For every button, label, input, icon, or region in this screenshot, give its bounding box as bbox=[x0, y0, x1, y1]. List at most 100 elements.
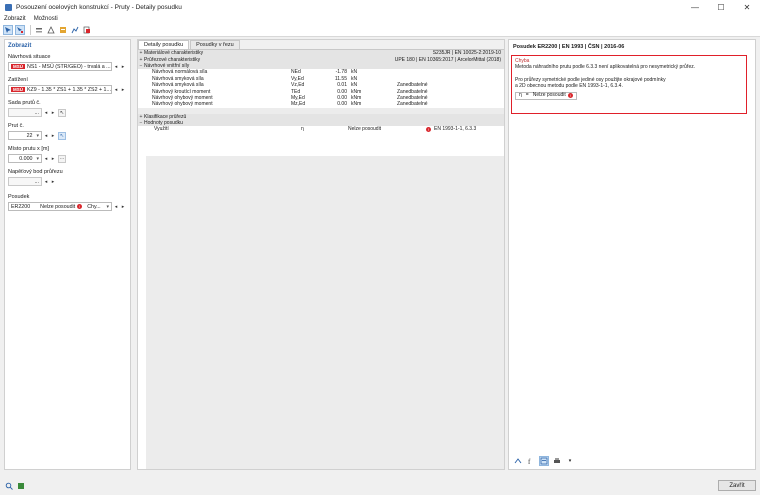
graph-icon[interactable] bbox=[70, 25, 80, 35]
row-name: Hodnoty posudku bbox=[144, 120, 183, 127]
row-value: 11.55 bbox=[334, 75, 347, 82]
equals-sign: = bbox=[525, 92, 529, 99]
tab-section-checks[interactable]: Posudky v řezu bbox=[190, 40, 240, 49]
row-symbol: TEd bbox=[291, 88, 301, 95]
row-name: Návrhové vnitřní síly bbox=[144, 62, 190, 69]
prev-arrow-icon[interactable]: ◂ bbox=[113, 86, 119, 94]
menu-bar: Zobrazit Možnosti bbox=[0, 14, 760, 23]
view-icon[interactable] bbox=[513, 456, 523, 466]
row-name: Klasifikace průřezů bbox=[144, 113, 187, 120]
check-status: Nelze posoudit bbox=[40, 203, 76, 210]
row-name: Návrhový kroutící moment bbox=[152, 88, 211, 95]
navigator-header: Zobrazit bbox=[8, 43, 32, 49]
sections-icon[interactable] bbox=[46, 25, 56, 35]
prev-arrow-icon[interactable]: ◂ bbox=[43, 109, 49, 117]
location-value: 0.000 bbox=[19, 155, 33, 162]
row-name: Návrhový ohybový moment bbox=[152, 94, 213, 101]
next-arrow-icon[interactable]: ▸ bbox=[50, 109, 56, 117]
row-note: UPE 180 | EN 10365:2017 | ArcelorMittal … bbox=[394, 56, 501, 63]
close-window-button[interactable]: ✕ bbox=[734, 0, 760, 14]
prev-arrow-icon[interactable]: ◂ bbox=[113, 63, 119, 71]
settings-icon[interactable]: ⋯ bbox=[58, 154, 66, 163]
next-arrow-icon[interactable]: ▸ bbox=[120, 63, 126, 71]
chevron-down-icon: ▾ bbox=[106, 203, 109, 210]
location-label: Místo prutu x [m] bbox=[8, 146, 49, 152]
next-arrow-icon[interactable]: ▸ bbox=[120, 203, 126, 211]
error-line-3: a 2D obecnou metodu podle EN 1993-1-1, 6… bbox=[515, 83, 623, 90]
row-unit: kN bbox=[351, 82, 358, 89]
next-arrow-icon[interactable]: ▸ bbox=[50, 132, 56, 140]
prev-arrow-icon[interactable]: ◂ bbox=[113, 203, 119, 211]
prev-arrow-icon[interactable]: ◂ bbox=[43, 155, 49, 163]
details-icon[interactable] bbox=[539, 456, 549, 466]
member-select[interactable]: 22 ▾ bbox=[8, 131, 42, 140]
status-bar: Zavřít bbox=[0, 476, 760, 495]
check-select[interactable]: ER2200 Nelze posoudit ! Chy... ▾ bbox=[8, 202, 112, 211]
row-value: 0.00 bbox=[337, 94, 347, 101]
pick-member-icon[interactable]: ↖ bbox=[58, 131, 66, 140]
chevron-down-icon: ▾ bbox=[111, 87, 112, 93]
utilization-row[interactable]: Využití η Nelze posoudit ! EN 1993-1-1, … bbox=[138, 126, 504, 132]
row-note: Zanedbatelné bbox=[397, 101, 428, 108]
row-note: S235JR | EN 10025-2:2019-10 bbox=[432, 50, 501, 57]
row-symbol: My,Ed bbox=[291, 94, 305, 101]
units-icon[interactable] bbox=[16, 481, 26, 491]
right-panel-tools: f ▾ bbox=[513, 456, 578, 466]
print-icon[interactable] bbox=[552, 456, 562, 466]
row-note: Zanedbatelné bbox=[397, 82, 428, 89]
search-icon[interactable] bbox=[4, 481, 14, 491]
row-value: 0.01 bbox=[337, 82, 347, 89]
error-icon: ! bbox=[426, 126, 431, 132]
loading-select[interactable]: MSÚ KZ9 - 1.35 * ZS1 + 1.35 * ZS2 + 1...… bbox=[8, 85, 112, 94]
results-icon[interactable] bbox=[58, 25, 68, 35]
members-icon[interactable] bbox=[34, 25, 44, 35]
next-arrow-icon[interactable]: ▸ bbox=[120, 86, 126, 94]
select-tool-icon[interactable] bbox=[3, 24, 13, 35]
check-code: ER2200 bbox=[11, 203, 31, 210]
design-situation-select[interactable]: MSÚ NS1 - MSÚ (STR/GEO) - trvalá a ... ▾ bbox=[8, 62, 112, 71]
loading-value: KZ9 - 1.35 * ZS1 + 1.35 * ZS2 + 1... bbox=[27, 86, 111, 93]
design-situation-value: NS1 - MSÚ (STR/GEO) - trvalá a ... bbox=[27, 63, 111, 70]
row-name: Materiálové charakteristiky bbox=[144, 50, 204, 57]
pick-icon[interactable]: ↖ bbox=[58, 108, 66, 117]
row-symbol: NEd bbox=[291, 69, 301, 76]
maximize-button[interactable]: ☐ bbox=[708, 0, 734, 14]
next-arrow-icon[interactable]: ▸ bbox=[50, 178, 56, 186]
eta-symbol: η bbox=[519, 92, 522, 99]
chevron-down-icon: ▾ bbox=[36, 155, 39, 162]
member-set-input[interactable]: ... bbox=[8, 108, 42, 117]
pick-member-icon[interactable] bbox=[15, 24, 25, 35]
title-bar: Posouzení ocelových konstrukcí - Pruty -… bbox=[0, 0, 760, 14]
prev-arrow-icon[interactable]: ◂ bbox=[43, 132, 49, 140]
utilization-value: Nelze posoudit bbox=[348, 126, 382, 133]
location-select[interactable]: 0.000 ▾ bbox=[8, 154, 42, 163]
close-button[interactable]: Zavřít bbox=[718, 480, 756, 491]
row-name: Návrhová smyková síla bbox=[152, 82, 204, 89]
member-value: 22 bbox=[26, 132, 33, 139]
row-value: -1.78 bbox=[335, 69, 347, 76]
prev-arrow-icon[interactable]: ◂ bbox=[43, 178, 49, 186]
menu-view[interactable]: Zobrazit bbox=[4, 16, 26, 22]
row-symbol: Vy,Ed bbox=[291, 75, 304, 82]
report-icon[interactable] bbox=[82, 25, 92, 35]
chevron-down-icon[interactable]: ▾ bbox=[565, 456, 575, 466]
menu-options[interactable]: Možnosti bbox=[34, 16, 58, 22]
minimize-button[interactable]: — bbox=[682, 0, 708, 14]
stress-point-input[interactable]: ... bbox=[8, 177, 42, 186]
empty-area bbox=[146, 156, 504, 469]
row-unit: kN bbox=[351, 69, 358, 76]
uls-badge: MSÚ bbox=[11, 64, 25, 69]
tree-row[interactable]: Návrhový ohybový moment Mz,Ed 0.00 kNm Zaned… bbox=[138, 101, 504, 107]
row-value: 0.00 bbox=[337, 101, 347, 108]
svg-text:f: f bbox=[528, 458, 531, 465]
details-tree: + Materiálové charakteristiky S235JR | EN … bbox=[138, 50, 504, 108]
row-name: Průřezové charakteristiky bbox=[144, 56, 201, 63]
next-arrow-icon[interactable]: ▸ bbox=[50, 155, 56, 163]
utilization-symbol: η bbox=[301, 126, 304, 133]
chevron-down-icon: ▾ bbox=[111, 64, 112, 70]
formula-icon[interactable]: f bbox=[526, 456, 536, 466]
member-label: Prut č. bbox=[8, 123, 24, 129]
row-unit: kN bbox=[351, 75, 358, 82]
row-name: Návrhový ohybový moment bbox=[152, 101, 213, 108]
tab-check-details[interactable]: Detaily posudku bbox=[138, 40, 190, 49]
